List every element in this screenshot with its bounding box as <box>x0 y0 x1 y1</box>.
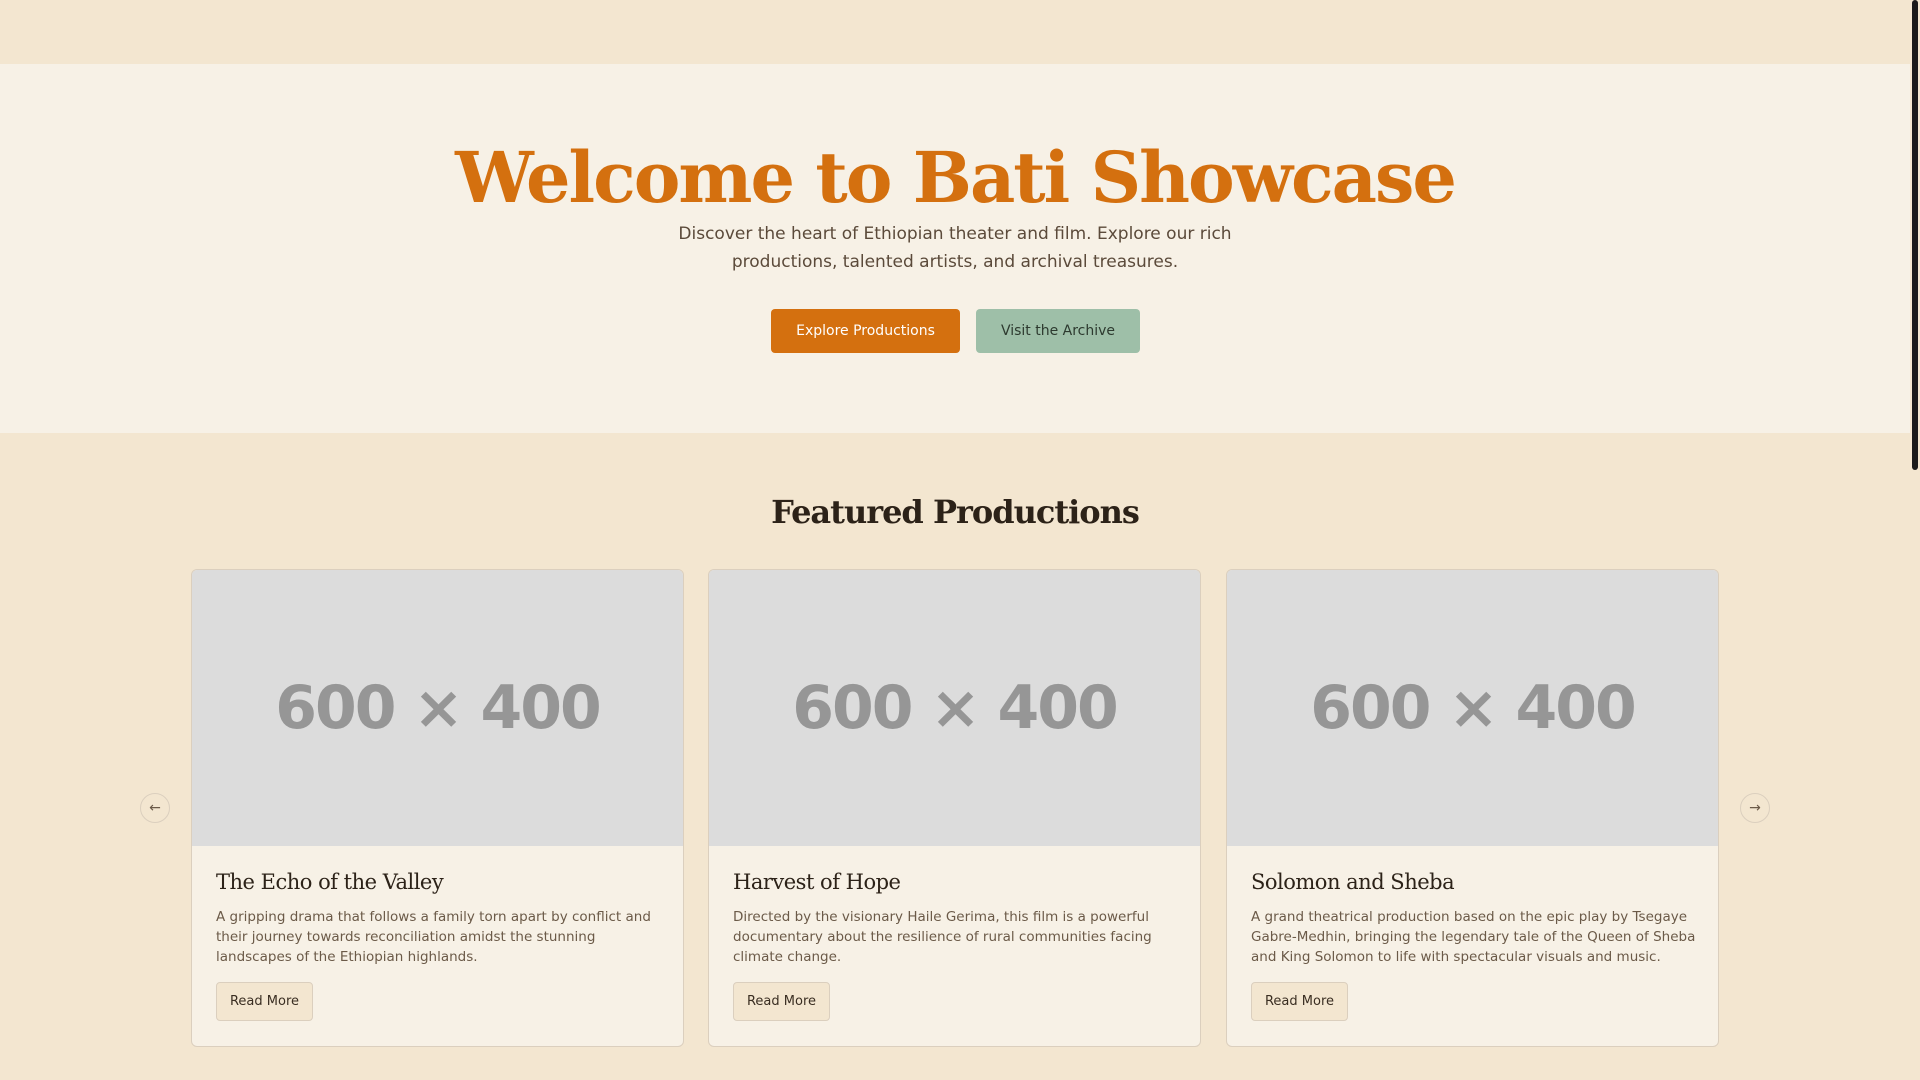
card-image-placeholder: 600 × 400 <box>1227 570 1718 846</box>
image-placeholder-label: 600 × 400 <box>1310 673 1637 743</box>
card-title: Solomon and Sheba <box>1251 870 1455 894</box>
card-image-placeholder: 600 × 400 <box>709 570 1200 846</box>
hero-subtitle: Discover the heart of Ethiopian theater … <box>678 224 1232 272</box>
read-more-button[interactable]: Read More <box>216 982 313 1021</box>
production-card: 600 × 400 Harvest of Hope Directed by th… <box>708 569 1201 1047</box>
featured-productions-section: Featured Productions 600 × 400 The Echo … <box>0 433 1910 1080</box>
section-title: Featured Productions <box>771 493 1140 531</box>
image-placeholder-label: 600 × 400 <box>792 673 1119 743</box>
production-card: 600 × 400 The Echo of the Valley A gripp… <box>191 569 684 1047</box>
arrow-right-icon: → <box>1749 800 1761 816</box>
page-scrollbar[interactable] <box>1910 0 1920 1080</box>
card-description: A gripping drama that follows a family t… <box>216 909 651 965</box>
card-title: Harvest of Hope <box>733 870 901 894</box>
scrollbar-thumb[interactable] <box>1912 0 1918 470</box>
card-title: The Echo of the Valley <box>216 870 444 894</box>
explore-productions-button[interactable]: Explore Productions <box>771 309 960 353</box>
top-nav-bar <box>0 0 1910 64</box>
carousel-prev-button[interactable]: ← <box>140 793 170 823</box>
hero-title: Welcome to Bati Showcase <box>455 136 1457 219</box>
visit-archive-button[interactable]: Visit the Archive <box>976 309 1140 353</box>
hero-section: Welcome to Bati Showcase Discover the he… <box>0 64 1910 433</box>
read-more-button[interactable]: Read More <box>1251 982 1348 1021</box>
production-card: 600 × 400 Solomon and Sheba A grand thea… <box>1226 569 1719 1047</box>
card-description: Directed by the visionary Haile Gerima, … <box>733 909 1152 965</box>
arrow-left-icon: ← <box>149 800 161 816</box>
carousel-next-button[interactable]: → <box>1740 793 1770 823</box>
image-placeholder-label: 600 × 400 <box>275 673 602 743</box>
read-more-button[interactable]: Read More <box>733 982 830 1021</box>
card-description: A grand theatrical production based on t… <box>1251 909 1696 965</box>
card-image-placeholder: 600 × 400 <box>192 570 683 846</box>
